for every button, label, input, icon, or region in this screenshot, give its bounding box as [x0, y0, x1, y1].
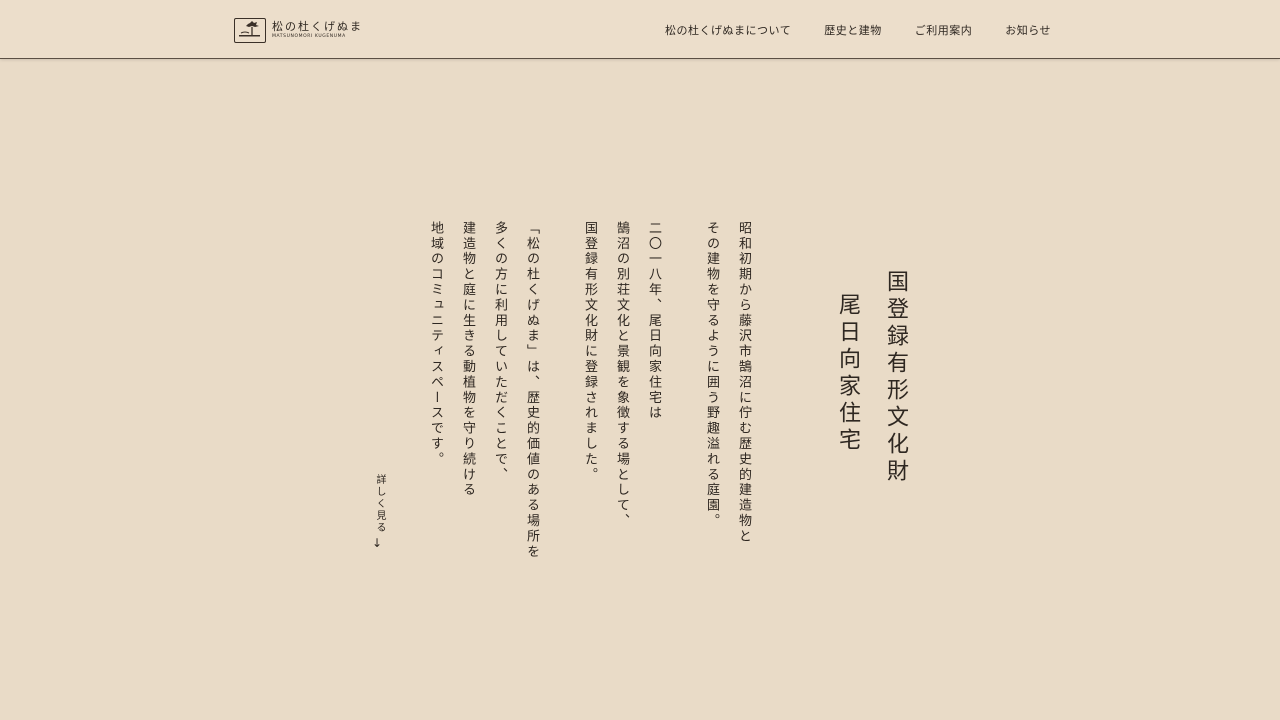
read-more-link[interactable]: 詳しく見る: [372, 474, 387, 534]
paragraph-2-line-3: 国登録有形文化財に登録されました。: [582, 221, 597, 483]
nav-about[interactable]: 松の杜くげぬまについて: [665, 22, 791, 38]
nav-news[interactable]: お知らせ: [1005, 22, 1051, 38]
logo-english: MATSUNOMORI KUGENUMA: [272, 33, 346, 39]
down-arrow-icon[interactable]: ↓: [372, 536, 382, 550]
main-nav: 松の杜くげぬまについて 歴史と建物 ご利用案内 お知らせ: [665, 22, 1051, 38]
nav-guide[interactable]: ご利用案内: [915, 22, 973, 38]
paragraph-3-line-1: 「松の杜くげぬま」は、歴史的価値のある場所を: [524, 221, 539, 560]
paragraph-1-line-1: 昭和初期から藤沢市鵠沼に佇む歴史的建造物と: [736, 221, 751, 545]
paragraph-3-line-2: 多くの方に利用していただくことで、: [492, 221, 507, 483]
nav-history[interactable]: 歴史と建物: [824, 22, 882, 38]
paragraph-1-line-2: その建物を守るように囲う野趣溢れる庭園。: [704, 221, 719, 529]
paragraph-3-line-4: 地域のコミュニティスペースです。: [428, 221, 443, 468]
logo-japanese: 松の杜くげぬま: [272, 19, 363, 33]
site-header: 松の杜くげぬま MATSUNOMORI KUGENUMA 松の杜くげぬまについて…: [0, 0, 1280, 59]
hero-title-line-1: 国登録有形文化財: [883, 270, 908, 486]
paragraph-3-line-3: 建造物と庭に生きる動植物を守り続ける: [460, 221, 475, 499]
paragraph-2-line-2: 鵠沼の別荘文化と景観を象徴する場として、: [614, 221, 629, 529]
paragraph-2-line-1: 二〇一八年、尾日向家住宅は: [646, 221, 661, 422]
hero-title-line-2: 尾日向家住宅: [835, 293, 860, 455]
logo-text: 松の杜くげぬま MATSUNOMORI KUGENUMA: [272, 21, 363, 40]
pine-tree-logo-icon: [234, 17, 266, 43]
site-logo[interactable]: 松の杜くげぬま MATSUNOMORI KUGENUMA: [234, 16, 364, 44]
